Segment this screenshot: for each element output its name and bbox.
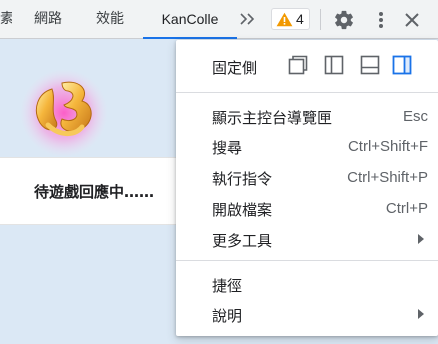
menu-item-more-tools[interactable]: 更多工具 bbox=[176, 224, 438, 254]
double-chevron-right-icon bbox=[240, 13, 255, 25]
menu-item-label: 執行指令 bbox=[212, 170, 273, 188]
toolbar-divider bbox=[320, 9, 321, 30]
close-icon bbox=[405, 13, 419, 27]
warning-icon bbox=[276, 12, 293, 26]
menu-item-shortcut: Ctrl+Shift+F bbox=[347, 138, 428, 155]
settings-button[interactable] bbox=[333, 9, 355, 31]
warnings-badge[interactable]: 4 bbox=[271, 8, 310, 30]
close-devtools-button[interactable] bbox=[402, 10, 422, 30]
kebab-menu-icon bbox=[379, 12, 383, 28]
menu-item-show-console-drawer[interactable]: 顯示主控台導覽匣 Esc bbox=[176, 101, 438, 131]
menu-item-label: 捷徑 bbox=[212, 277, 243, 295]
menu-item-shortcuts[interactable]: 捷徑 bbox=[176, 269, 438, 299]
menu-item-shortcut: Ctrl+P bbox=[385, 200, 428, 217]
loading-message: 待遊戲回應中…… bbox=[33, 183, 154, 201]
undock-button[interactable] bbox=[286, 53, 310, 77]
gear-icon bbox=[335, 10, 353, 30]
more-tabs-button[interactable] bbox=[238, 9, 258, 29]
tab-network[interactable]: 網路 bbox=[34, 0, 62, 39]
undock-window-icon bbox=[288, 55, 308, 75]
menu-item-label: 更多工具 bbox=[212, 232, 273, 250]
dock-side-label: 固定側 bbox=[212, 59, 258, 77]
menu-item-shortcut: Esc bbox=[402, 108, 428, 125]
dock-left-button[interactable] bbox=[322, 53, 346, 77]
tab-elements[interactable]: 素 bbox=[0, 0, 12, 39]
dock-bottom-button[interactable] bbox=[358, 53, 382, 77]
dock-right-icon bbox=[392, 55, 412, 75]
menu-item-run-command[interactable]: 執行指令 Ctrl+Shift+P bbox=[176, 162, 438, 192]
menu-item-shortcut: Ctrl+Shift+P bbox=[347, 169, 428, 186]
dock-right-button[interactable] bbox=[390, 53, 414, 77]
warning-count: 4 bbox=[296, 11, 304, 27]
submenu-arrow-icon bbox=[418, 309, 424, 319]
loading-card: 待遊戲回應中…… bbox=[0, 157, 200, 225]
devtools-tab-bar: 素 網路 效能 KanColle 4 bbox=[0, 0, 438, 39]
menu-divider bbox=[176, 92, 438, 93]
customize-control-menu: 固定側 顯示主控台導覽匣 Esc 搜尋 Ctrl+Shift+F 執行指令 Ct… bbox=[176, 40, 438, 336]
menu-item-search[interactable]: 搜尋 Ctrl+Shift+F bbox=[176, 131, 438, 161]
dock-side-row: 固定側 bbox=[176, 40, 438, 92]
menu-item-label: 開啟檔案 bbox=[212, 201, 273, 219]
menu-divider bbox=[176, 260, 438, 261]
menu-item-open-file[interactable]: 開啟檔案 Ctrl+P bbox=[176, 193, 438, 223]
tab-kancolle[interactable]: KanColle bbox=[143, 0, 237, 39]
kancolle-logo bbox=[18, 65, 110, 157]
menu-item-label: 顯示主控台導覽匣 bbox=[212, 109, 333, 127]
menu-item-help[interactable]: 說明 bbox=[176, 299, 438, 329]
tab-performance[interactable]: 效能 bbox=[96, 0, 124, 39]
menu-item-label: 搜尋 bbox=[212, 139, 243, 157]
dock-left-icon bbox=[324, 55, 344, 75]
dock-bottom-icon bbox=[360, 55, 380, 75]
menu-item-label: 說明 bbox=[212, 307, 243, 325]
submenu-arrow-icon bbox=[418, 234, 424, 244]
customize-menu-button[interactable] bbox=[371, 9, 391, 31]
